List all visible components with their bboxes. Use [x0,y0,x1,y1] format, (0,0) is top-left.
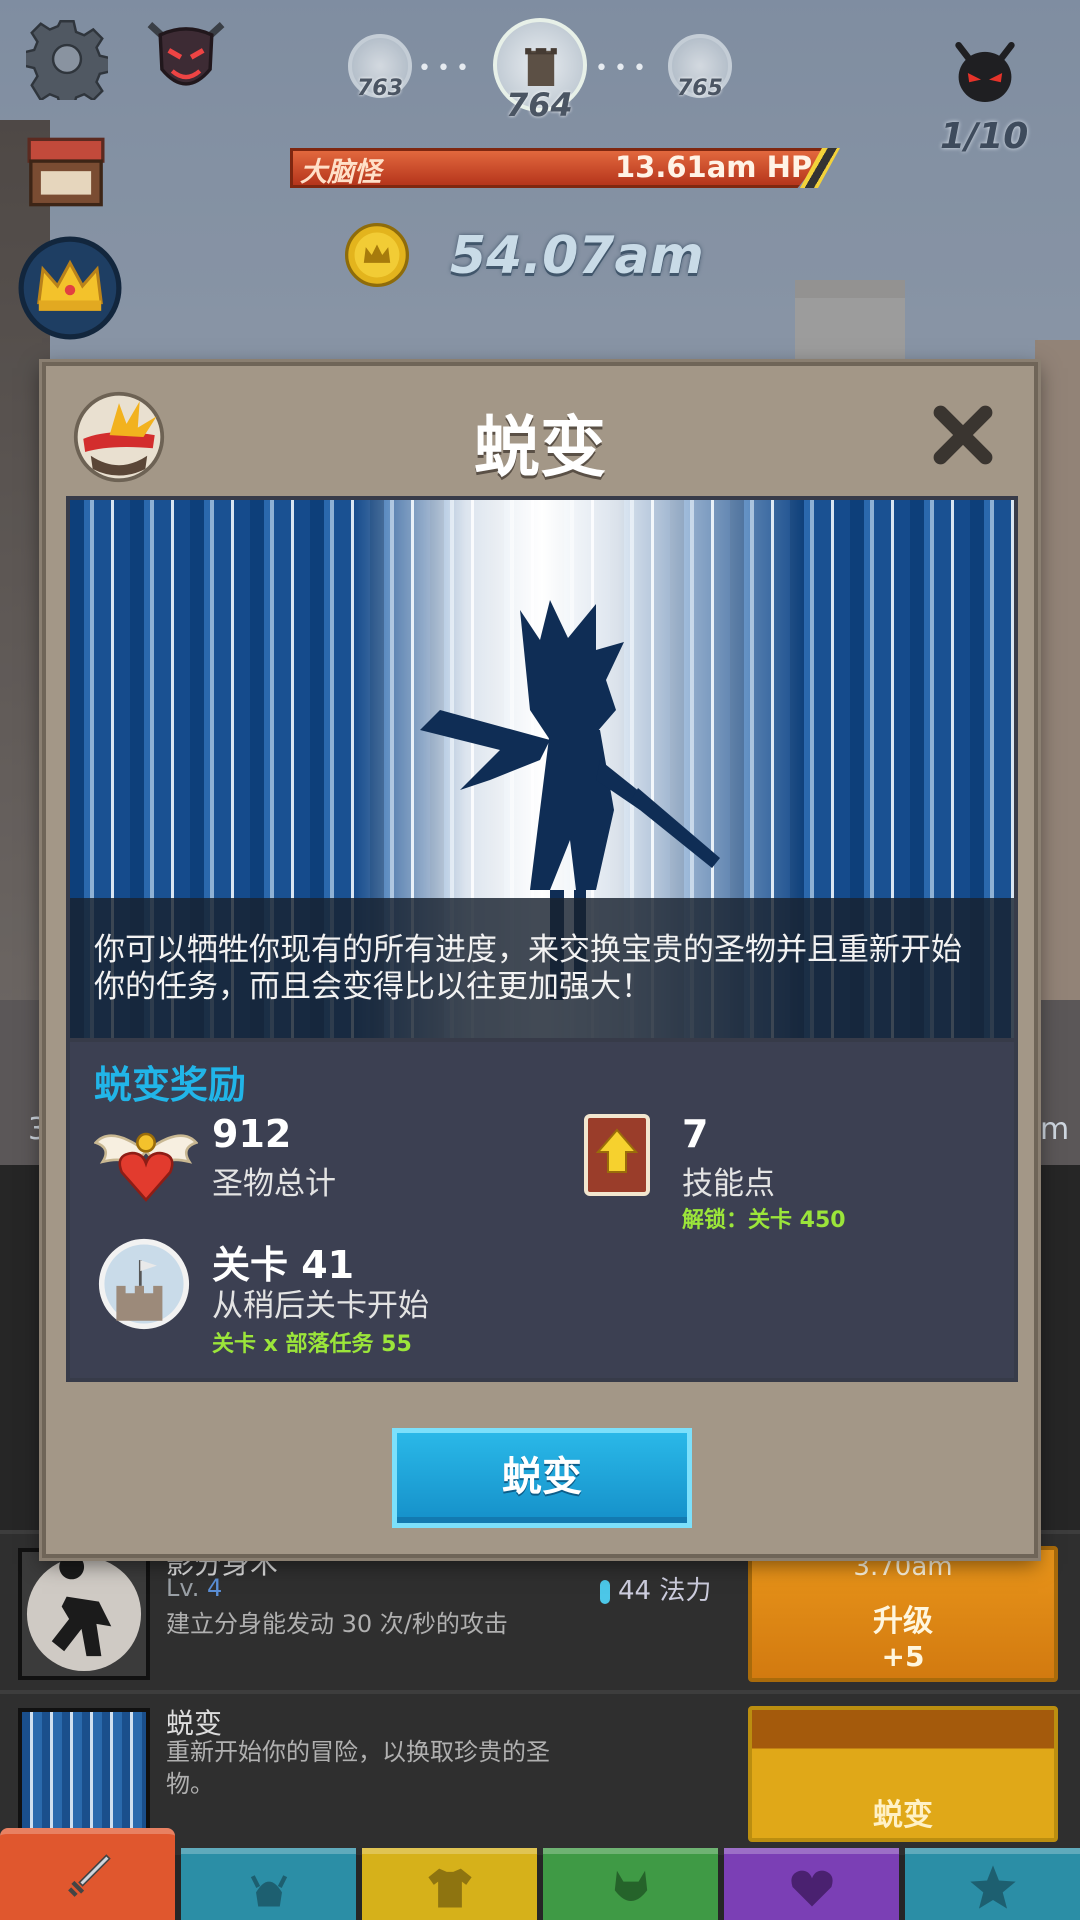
prestige-row-button[interactable]: 蜕变 [748,1706,1058,1842]
gold-amount: 54.07am [450,226,704,286]
boss-counter: 1/10 [940,116,1029,157]
side-value-right: m [1040,1112,1070,1147]
tab-heroes[interactable] [181,1848,356,1920]
shop-chest-icon[interactable] [24,136,108,208]
tab-shop[interactable] [905,1848,1080,1920]
stage-label-previous: 763 [357,76,403,101]
rewards-panel: 蜕变奖励 912 圣物总计 7 技能点 解锁：关卡 450 关卡 41 从稍后关… [66,1042,1018,1382]
skill-points-value: 7 [682,1112,709,1156]
castle-stage-icon [98,1238,190,1330]
upgrade-button[interactable]: 3.70am 升级 +5 [748,1546,1058,1682]
settings-gear-icon[interactable] [26,18,108,100]
tab-sword[interactable] [0,1828,175,1920]
close-icon[interactable] [928,400,998,470]
upgrade-label: 升级 [873,1604,933,1639]
modal-title: 蜕变 [474,409,606,486]
stage-label-current: 764 [506,86,573,124]
prestige-modal: 蜕变 你可以牺牲你现有的所有进度，来交换宝贵的圣物并且重新开始你的任务，而且会变… [42,362,1038,1558]
shirt-icon [427,1868,472,1908]
mana-cost-value: 44 法力 [618,1576,712,1606]
prestige-description: 重新开始你的冒险，以换取珍贵的圣物。 [166,1738,550,1798]
viking-helmet-icon [250,1875,287,1907]
start-stage-label: 从稍后关卡开始 [212,1288,429,1324]
skill-thumbnail [18,1548,150,1680]
rewards-title: 蜕变奖励 [94,1063,247,1107]
tower-icon [525,48,557,86]
tab-clan[interactable] [724,1848,899,1920]
heart-icon [790,1870,833,1907]
stage-label-next: 765 [677,76,723,101]
skill-level-label: Lv. [166,1574,200,1602]
enemy-hp-value: 13.61am HP [615,150,813,184]
relics-label: 圣物总计 [212,1166,336,1202]
mana-cost: 44 法力 [600,1570,711,1607]
pet-icon [614,1870,647,1902]
runner-silhouette-icon [26,1554,142,1672]
gold-coin-icon [344,222,410,288]
crown-icon[interactable] [18,236,122,340]
skill-level: Lv. 4 [166,1574,222,1602]
sword-icon [67,1854,111,1897]
skill-points-label: 技能点 [682,1166,775,1202]
skill-book-icon [584,1114,650,1196]
bottom-tab-bar [0,1828,1080,1920]
demon-shield-icon[interactable] [140,16,232,102]
stage-dots-right: ••• [595,56,652,81]
prestige-thumbnail [18,1708,150,1840]
prestige-description: 你可以牺牲你现有的所有进度，来交换宝贵的圣物并且重新开始你的任务，而且会变得比以… [70,898,1014,1038]
relics-value: 912 [212,1112,292,1156]
enemy-name: 大脑怪 [300,157,381,188]
mana-drop-icon [600,1579,610,1604]
skill-level-value: 4 [206,1574,223,1602]
prestige-row-button-label: 蜕变 [873,1798,933,1833]
upgrade-amount: +5 [881,1640,925,1673]
skill-unlock-note: 解锁：关卡 450 [682,1208,846,1233]
skill-description: 建立分身能发动 30 次/秒的攻击 [166,1610,508,1638]
prestige-confirm-button[interactable]: 蜕变 [392,1428,692,1528]
winged-heart-icon [94,1132,198,1202]
tab-equipment[interactable] [362,1848,537,1920]
hero-banner: 你可以牺牲你现有的所有进度，来交换宝贵的圣物并且重新开始你的任务，而且会变得比以… [66,496,1018,1042]
star-icon [969,1865,1016,1909]
tab-pets[interactable] [543,1848,718,1920]
start-stage-note: 关卡 x 部落任务 55 [212,1332,412,1357]
stage-dots-left: ••• [418,56,475,81]
boss-devil-icon[interactable] [950,40,1020,106]
